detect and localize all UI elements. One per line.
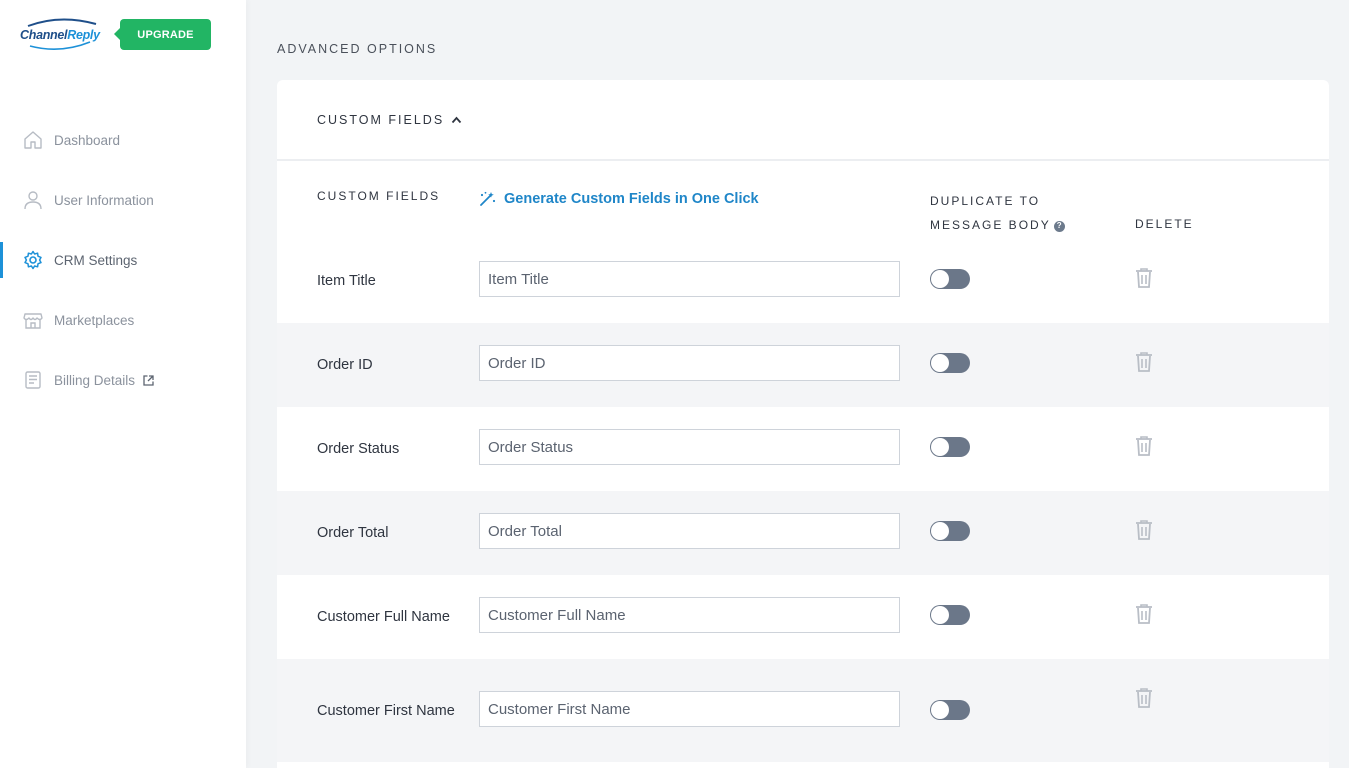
external-link-icon (143, 374, 154, 386)
sidebar-item-label: CRM Settings (54, 252, 138, 268)
channelreply-logo[interactable]: ChannelReply (20, 16, 100, 54)
sidebar-nav: Dashboard User Information CRM Settings … (0, 110, 246, 410)
field-label: Item Title (317, 273, 376, 289)
custom-field-row: Customer Full Name (277, 575, 1329, 659)
column-header-delete: DELETE (1135, 217, 1194, 231)
field-input[interactable] (479, 691, 900, 727)
custom-fields-toggle[interactable]: CUSTOM FIELDS (277, 80, 1329, 161)
sidebar-item-dashboard[interactable]: Dashboard (0, 110, 246, 170)
sidebar-item-label: User Information (54, 192, 154, 208)
user-icon (23, 190, 43, 210)
field-label: Customer First Name (317, 702, 455, 719)
trash-icon[interactable] (1134, 435, 1154, 457)
sidebar-item-label: Dashboard (54, 132, 121, 148)
field-label: Order Status (317, 441, 400, 457)
generate-link-label: Generate Custom Fields in One Click (504, 191, 759, 207)
logo-text: ChannelReply (20, 28, 100, 42)
field-input[interactable] (479, 345, 900, 381)
custom-fields-card: CUSTOM FIELDS CUSTOM FIELDS Generate Cus… (277, 80, 1329, 768)
home-icon (23, 130, 43, 150)
field-label: Customer Full Name (317, 609, 450, 625)
custom-field-row: Item Title (277, 239, 1329, 323)
magic-wand-icon (479, 191, 496, 207)
field-label: Order ID (317, 357, 373, 373)
custom-field-row: Order Status (277, 407, 1329, 491)
field-input[interactable] (479, 261, 900, 297)
custom-field-row: Order ID (277, 323, 1329, 407)
sidebar-item-billing-details[interactable]: Billing Details (0, 350, 246, 410)
upgrade-button[interactable]: UPGRADE (114, 19, 211, 50)
duplicate-toggle[interactable] (930, 521, 970, 541)
trash-icon[interactable] (1134, 519, 1154, 541)
sidebar-item-crm-settings[interactable]: CRM Settings (0, 230, 246, 290)
field-input[interactable] (479, 597, 900, 633)
duplicate-toggle[interactable] (930, 605, 970, 625)
chevron-up-icon (451, 116, 462, 124)
billing-icon (23, 370, 43, 390)
duplicate-toggle[interactable] (930, 353, 970, 373)
trash-icon[interactable] (1134, 267, 1154, 289)
duplicate-header-line1: DUPLICATE TO (930, 194, 1041, 208)
column-header-duplicate: DUPLICATE TO MESSAGE BODY? (930, 189, 1090, 237)
field-label: Order Total (317, 525, 389, 541)
custom-field-row: Order Total (277, 491, 1329, 575)
duplicate-header-line2: MESSAGE BODY (930, 218, 1051, 232)
duplicate-toggle[interactable] (930, 269, 970, 289)
sidebar-item-label: Marketplaces (54, 312, 135, 328)
gear-icon (23, 250, 43, 270)
generate-custom-fields-link[interactable]: Generate Custom Fields in One Click (479, 191, 759, 207)
field-input[interactable] (479, 429, 900, 465)
duplicate-toggle[interactable] (930, 437, 970, 457)
duplicate-toggle[interactable] (930, 700, 970, 720)
field-input[interactable] (479, 513, 900, 549)
main-content: ADVANCED OPTIONS CUSTOM FIELDS CUSTOM FI… (246, 0, 1349, 768)
trash-icon[interactable] (1134, 351, 1154, 373)
sidebar: ChannelReply UPGRADE Dashboard User Info… (0, 0, 246, 768)
column-headers: CUSTOM FIELDS Generate Custom Fields in … (277, 161, 1329, 239)
card-header-label: CUSTOM FIELDS (317, 112, 445, 127)
help-icon[interactable]: ? (1053, 220, 1065, 232)
store-icon (23, 310, 43, 330)
sidebar-item-label: Billing Details (54, 372, 136, 388)
sidebar-item-marketplaces[interactable]: Marketplaces (0, 290, 246, 350)
trash-icon[interactable] (1134, 603, 1154, 625)
column-header-custom-fields: CUSTOM FIELDS (317, 189, 441, 203)
section-title: ADVANCED OPTIONS (277, 42, 438, 56)
sidebar-item-user-information[interactable]: User Information (0, 170, 246, 230)
trash-icon[interactable] (1134, 687, 1154, 709)
custom-field-row: Customer First Name (277, 659, 1329, 762)
